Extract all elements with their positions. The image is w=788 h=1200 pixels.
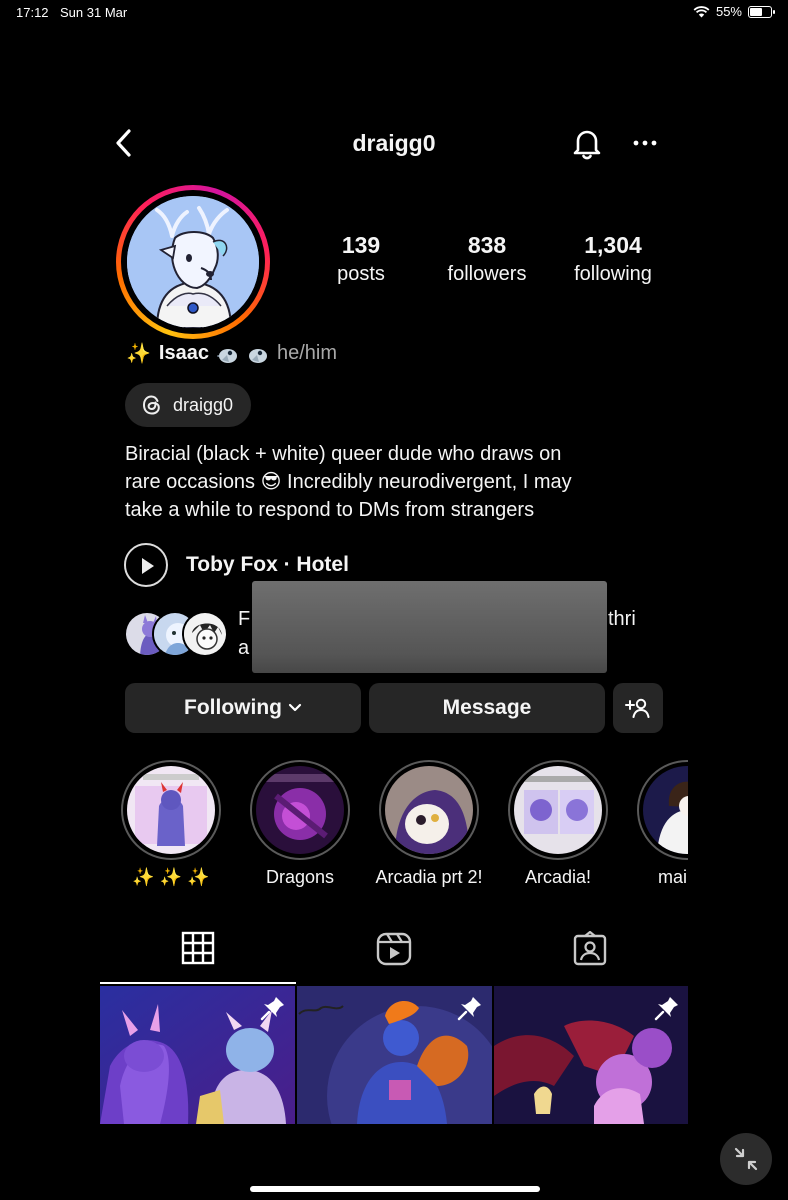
suggest-people-button[interactable] xyxy=(613,683,663,733)
highlight-cover xyxy=(514,766,602,854)
highlight-label: Arcadia prt 2! xyxy=(375,867,483,887)
tab-tagged[interactable] xyxy=(492,925,688,985)
posts-grid xyxy=(100,986,688,1124)
bell-icon xyxy=(573,130,601,160)
redaction-box xyxy=(252,581,607,673)
battery-percent: 55% xyxy=(715,4,742,19)
music-track-label: Toby Fox · Hotel xyxy=(186,553,349,576)
sparkle-emoji: ✨ xyxy=(126,343,151,365)
stat-followers[interactable]: 838 followers xyxy=(422,232,552,286)
play-icon[interactable] xyxy=(124,543,168,587)
profile-bio: Biracial (black + white) queer dude who … xyxy=(125,440,665,524)
more-horizontal-icon xyxy=(633,140,657,146)
stat-following[interactable]: 1,304 following xyxy=(548,232,678,286)
wifi-icon xyxy=(693,6,710,18)
tab-active-indicator xyxy=(100,982,296,984)
highlight-label: Dragons xyxy=(265,867,335,887)
highlight-cover xyxy=(256,766,344,854)
profile-avatar[interactable] xyxy=(116,185,270,339)
message-button[interactable]: Message xyxy=(369,683,605,733)
avatar-illustration xyxy=(127,196,259,328)
highlight-item[interactable]: Dragons xyxy=(240,760,360,888)
threads-badge[interactable]: draigg0 xyxy=(125,383,252,427)
followed-by-text: F xyxy=(238,608,251,630)
status-date: Sun 31 Mar xyxy=(60,5,128,20)
highlight-label: ✨ ✨ ✨ xyxy=(132,867,210,887)
stat-posts[interactable]: 139 posts xyxy=(296,232,426,286)
bio-line: Biracial (black + white) queer dude who … xyxy=(125,443,562,465)
highlight-item[interactable]: Arcadia! xyxy=(498,760,618,888)
mutual-avatar xyxy=(182,611,228,657)
tab-posts-grid[interactable] xyxy=(100,925,296,985)
profile-header: draigg0 xyxy=(100,120,688,166)
status-time: 17:12 xyxy=(16,5,49,20)
home-indicator[interactable] xyxy=(250,1186,540,1192)
highlight-item[interactable]: Arcadia prt 2! xyxy=(369,760,489,888)
collapse-window-button[interactable] xyxy=(720,1133,772,1185)
highlight-item[interactable]: main pi xyxy=(627,760,688,888)
chevron-down-icon xyxy=(288,703,302,712)
tagged-icon xyxy=(573,931,607,966)
profile-pronouns: he/him xyxy=(276,342,337,364)
following-button-label: Following xyxy=(184,696,282,719)
post-thumbnail[interactable] xyxy=(100,986,295,1124)
post-thumbnail[interactable] xyxy=(297,986,492,1124)
highlight-cover xyxy=(385,766,473,854)
profile-tabs xyxy=(100,925,688,985)
highlight-label: Arcadia! xyxy=(524,867,592,887)
stat-following-label: following xyxy=(574,263,652,285)
profile-name-line: ✨ Isaac he/him xyxy=(126,341,337,366)
pin-icon xyxy=(260,997,284,1021)
message-button-label: Message xyxy=(442,696,532,719)
profile-display-name: Isaac xyxy=(158,342,209,364)
followed-by-text-end: thri xyxy=(608,608,636,630)
status-bar: 17:12 Sun 31 Mar 55% xyxy=(0,0,788,26)
stat-posts-value: 139 xyxy=(341,232,381,258)
threads-icon xyxy=(142,395,160,415)
highlight-cover xyxy=(127,766,215,854)
pin-icon xyxy=(654,997,678,1021)
bio-line: take a while to respond to DMs from stra… xyxy=(125,499,535,521)
post-thumbnail[interactable] xyxy=(494,986,689,1124)
bird-emoji-icon xyxy=(248,348,267,363)
minimize-arrows-icon xyxy=(734,1147,758,1171)
add-person-icon xyxy=(625,698,650,718)
stat-posts-label: posts xyxy=(337,263,385,285)
highlight-item[interactable]: ✨ ✨ ✨ xyxy=(111,760,231,888)
grid-icon xyxy=(181,931,215,965)
stat-followers-label: followers xyxy=(447,263,527,285)
battery-icon xyxy=(748,5,775,18)
reels-icon xyxy=(376,932,412,966)
pin-icon xyxy=(457,997,481,1021)
tab-reels[interactable] xyxy=(296,925,492,985)
story-highlights: ✨ ✨ ✨ Dragons Arcadia prt 2! Arcadia! ma… xyxy=(110,760,688,900)
highlight-cover xyxy=(643,766,688,854)
threads-handle: draigg0 xyxy=(173,394,234,415)
highlight-label: main pi xyxy=(657,867,688,887)
bio-line: rare occasions 😎 Incredibly neurodiverge… xyxy=(125,471,572,493)
stat-followers-value: 838 xyxy=(467,232,507,258)
stat-following-value: 1,304 xyxy=(584,232,642,258)
more-options-button[interactable] xyxy=(626,124,664,162)
following-button[interactable]: Following xyxy=(125,683,361,733)
profile-actions: Following Message xyxy=(125,683,665,733)
followed-by-text-line2: a xyxy=(238,637,250,659)
bird-emoji-icon xyxy=(216,348,237,363)
notifications-button[interactable] xyxy=(568,124,606,162)
